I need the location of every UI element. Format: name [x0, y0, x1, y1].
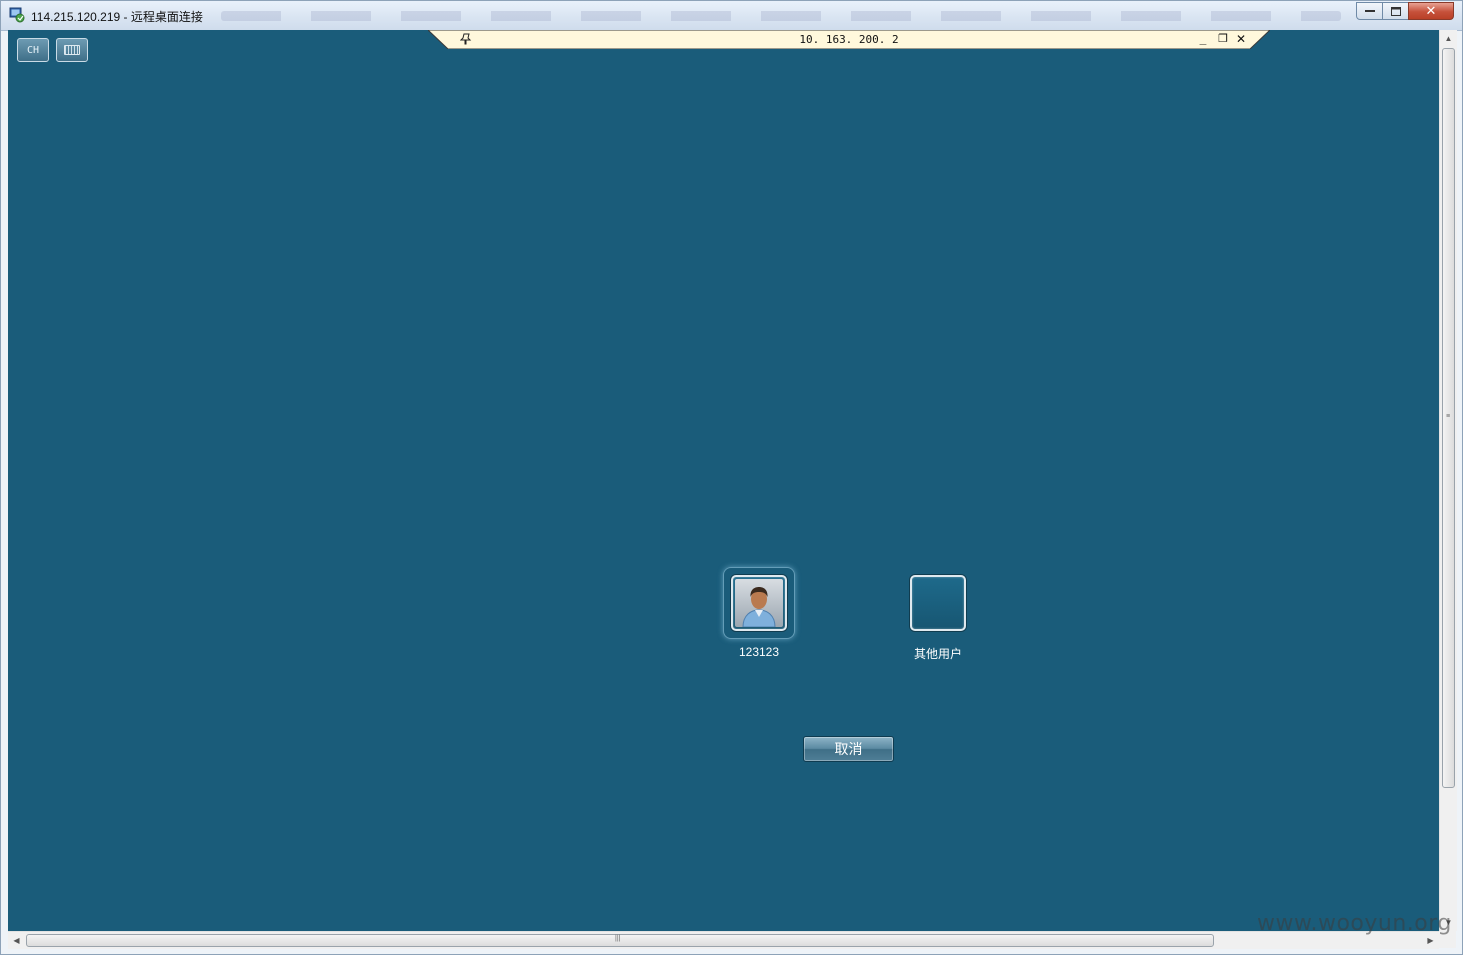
remote-desktop-icon: [9, 7, 25, 23]
language-label: CH: [26, 44, 40, 56]
cancel-button-label: 取消: [834, 741, 863, 757]
vertical-scroll-thumb[interactable]: ≡: [1442, 48, 1455, 788]
rdp-window: 114.215.120.219 - 远程桌面连接 ✕ 10. 163. 200.…: [0, 0, 1463, 955]
language-button[interactable]: CH: [17, 38, 49, 62]
maximize-button[interactable]: [1382, 2, 1409, 20]
minimize-button[interactable]: [1356, 2, 1383, 20]
grip-icon: ≡: [1446, 413, 1451, 420]
cancel-button[interactable]: 取消: [803, 736, 894, 762]
connection-bar[interactable]: 10. 163. 200. 2 _ ❐ ✕: [428, 30, 1270, 49]
grip-icon: |||: [615, 935, 621, 942]
on-screen-keyboard-button[interactable]: [56, 38, 88, 62]
other-user-frame[interactable]: [910, 575, 966, 631]
connection-minimize-button[interactable]: _: [1195, 31, 1211, 47]
minimize-icon: [1364, 10, 1375, 12]
remote-desktop-area[interactable]: 10. 163. 200. 2 _ ❐ ✕ CH 123123 其他用户 取消: [8, 30, 1439, 931]
user-avatar-frame[interactable]: [723, 567, 795, 639]
scroll-up-arrow-icon[interactable]: ▲: [1440, 30, 1457, 47]
user-name-label: 123123: [738, 645, 780, 659]
caption-buttons: ✕: [1356, 2, 1454, 21]
background-taskbar-blur: [221, 11, 1341, 21]
horizontal-scroll-thumb[interactable]: |||: [26, 934, 1214, 947]
connection-close-button[interactable]: ✕: [1233, 31, 1249, 47]
title-bar[interactable]: 114.215.120.219 - 远程桌面连接 ✕: [1, 1, 1462, 31]
vertical-scrollbar[interactable]: ▲ ≡ ▼: [1439, 30, 1457, 931]
window-title: 114.215.120.219 - 远程桌面连接: [31, 10, 203, 24]
close-icon: ✕: [1425, 3, 1437, 18]
user-tile-other-user[interactable]: 其他用户: [878, 575, 998, 662]
scroll-left-arrow-icon[interactable]: ◀: [8, 932, 25, 949]
horizontal-scrollbar[interactable]: ◀ ||| ▶: [8, 931, 1439, 949]
other-user-label: 其他用户: [913, 647, 962, 661]
user-tile-123123[interactable]: 123123: [699, 567, 819, 659]
maximize-icon: [1390, 6, 1401, 16]
watermark: www.wooyun.org: [1257, 911, 1452, 936]
connection-restore-button[interactable]: ❐: [1215, 31, 1231, 47]
connection-host: 10. 163. 200. 2: [799, 33, 899, 46]
close-button[interactable]: ✕: [1408, 2, 1454, 20]
user-avatar-icon: [735, 579, 783, 627]
keyboard-icon: [64, 45, 80, 55]
